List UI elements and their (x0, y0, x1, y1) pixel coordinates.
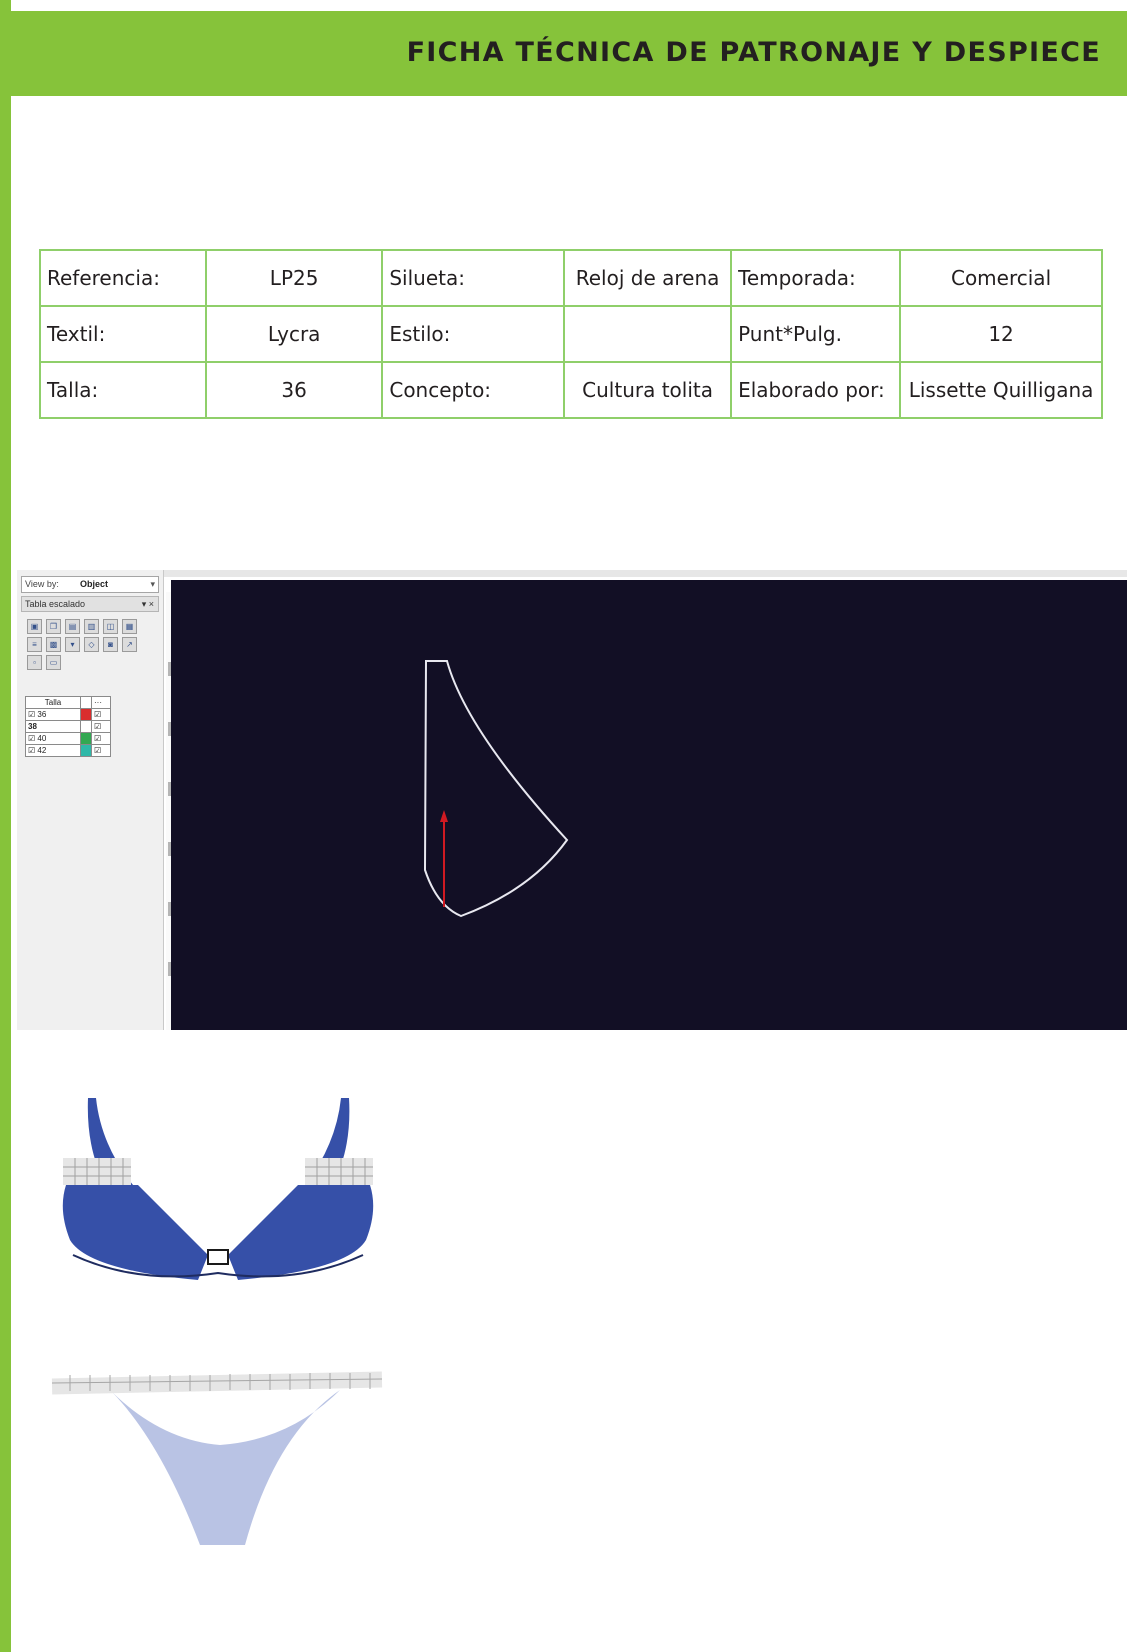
view-by-select[interactable]: View by: Object ▾ (21, 576, 159, 593)
table-row[interactable]: ☑ 36 ☑ (25, 708, 111, 721)
label-estilo: Estilo: (381, 305, 566, 363)
pattern-drawing (423, 660, 569, 918)
view-by-value: Object (80, 579, 109, 589)
label-silueta: Silueta: (381, 249, 566, 307)
view-by-label: View by: (25, 579, 59, 589)
paste-icon[interactable]: ▤ (65, 619, 80, 634)
size-table-header: Talla (25, 696, 81, 709)
chevron-down-icon: ▾ (150, 579, 155, 589)
undo-icon[interactable]: ▭ (46, 655, 61, 670)
export-icon[interactable]: ↗ (122, 637, 137, 652)
value-textil: Lycra (204, 305, 384, 363)
size-checkbox[interactable]: ☑ (91, 720, 111, 733)
label-referencia: Referencia: (39, 249, 207, 307)
size-checkbox[interactable]: ☑ (91, 708, 111, 721)
left-accent-bar (0, 0, 11, 1652)
table-row: Referencia: LP25 Silueta: Reloj de arena… (39, 249, 1103, 307)
size-color-swatch (80, 732, 92, 745)
print-icon[interactable]: ▦ (122, 619, 137, 634)
delete-icon[interactable]: ▫ (27, 655, 42, 670)
value-elaborado: Lissette Quilligana (899, 361, 1103, 419)
header-banner: FICHA TÉCNICA DE PATRONAJE Y DESPIECE (0, 11, 1127, 96)
value-temporada: Comercial (899, 249, 1103, 307)
bikini-top-illustration (62, 1098, 374, 1280)
dropdown-icon[interactable]: ▾ (65, 637, 80, 652)
value-puntadas: 12 (899, 305, 1103, 363)
list-icon[interactable]: ≡ (27, 637, 42, 652)
table-row: Textil: Lycra Estilo: Punt*Pulg. 12 (39, 305, 1103, 363)
cad-top-bar (163, 570, 1127, 577)
color-header (80, 696, 92, 709)
label-textil: Textil: (39, 305, 207, 363)
bikini-bottom-illustration (51, 1371, 383, 1545)
size-table: Talla ··· ☑ 36 ☑ 38 ☑ ☑ 40 ☑ ☑ 42 ☑ (25, 696, 111, 757)
pattern-piece-outline (423, 660, 569, 918)
size-checkbox[interactable]: ☑ (91, 744, 111, 757)
panel-toolbar: ▣ ❐ ▤ ▥ ◫ ▦ ≡ ▩ ▾ ◇ ◙ ↗ ▫ ▭ (25, 618, 145, 672)
value-talla: 36 (204, 361, 384, 419)
grade-icon[interactable]: ▥ (84, 619, 99, 634)
label-temporada: Temporada: (730, 249, 902, 307)
value-concepto: Cultura tolita (563, 361, 733, 419)
grading-panel: View by: Object ▾ Tabla escalado ▾ × ▣ ❐ ▤… (17, 570, 164, 1030)
size-color-swatch (80, 744, 92, 757)
label-elaborado: Elaborado por: (730, 361, 902, 419)
size-label: ☑ 36 (25, 708, 81, 721)
page-title: FICHA TÉCNICA DE PATRONAJE Y DESPIECE (406, 37, 1101, 68)
size-color-swatch (80, 720, 92, 733)
table-row: Talla: 36 Concepto: Cultura tolita Elabo… (39, 361, 1103, 419)
copy-icon[interactable]: ❐ (46, 619, 61, 634)
table-icon[interactable]: ▩ (46, 637, 61, 652)
size-label: ☑ 42 (25, 744, 81, 757)
panel-controls[interactable]: ▾ × (142, 597, 154, 611)
value-referencia: LP25 (204, 249, 384, 307)
value-estilo (563, 305, 733, 363)
table-row[interactable]: ☑ 42 ☑ (25, 744, 111, 757)
label-concepto: Concepto: (381, 361, 566, 419)
spec-table: Referencia: LP25 Silueta: Reloj de arena… (39, 249, 1103, 419)
select-icon[interactable]: ▣ (27, 619, 42, 634)
size-checkbox[interactable]: ☑ (91, 732, 111, 745)
pattern-canvas[interactable] (171, 580, 1127, 1030)
mirror-icon[interactable]: ◫ (103, 619, 118, 634)
panel-title-bar: Tabla escalado ▾ × (21, 596, 159, 612)
value-silueta: Reloj de arena (563, 249, 733, 307)
check-header: ··· (91, 696, 111, 709)
size-color-swatch (80, 708, 92, 721)
table-row[interactable]: ☑ 40 ☑ (25, 732, 111, 745)
label-talla: Talla: (39, 361, 207, 419)
grain-arrow-head (440, 810, 448, 822)
panel-title: Tabla escalado (25, 599, 86, 609)
size-label: 38 (25, 720, 81, 733)
table-row[interactable]: 38 ☑ (25, 720, 111, 733)
camera-icon[interactable]: ◙ (103, 637, 118, 652)
label-puntadas: Punt*Pulg. (730, 305, 902, 363)
table-row: Talla ··· (25, 696, 111, 709)
link-icon[interactable]: ◇ (84, 637, 99, 652)
size-label: ☑ 40 (25, 732, 81, 745)
